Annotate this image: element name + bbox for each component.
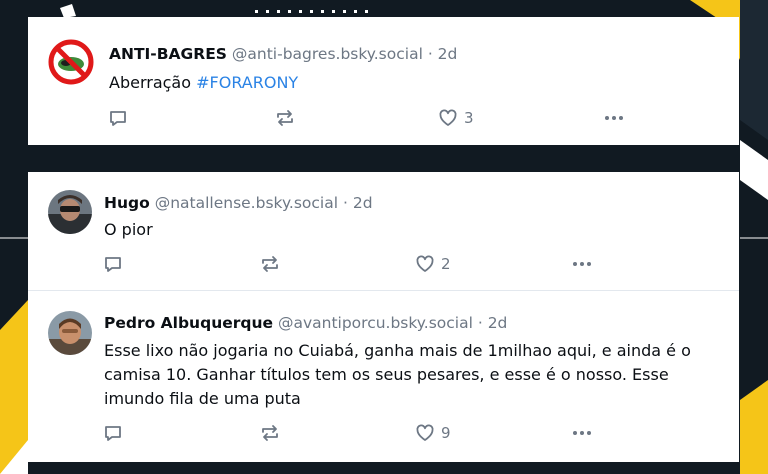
post-actions: 2 xyxy=(103,253,663,275)
heart-icon xyxy=(416,255,434,272)
more-options-button[interactable] xyxy=(571,253,593,275)
like-count: 9 xyxy=(441,424,451,442)
ellipsis-icon xyxy=(573,262,591,266)
ellipsis-icon xyxy=(605,116,623,120)
like-button[interactable]: 2 xyxy=(415,253,451,275)
repost-icon xyxy=(262,256,278,272)
post-time[interactable]: · 2d xyxy=(428,45,458,63)
post-time[interactable]: · 2d xyxy=(343,194,373,212)
ellipsis-icon xyxy=(573,431,591,435)
reply-icon xyxy=(105,426,121,441)
post-text: Aberração #FORARONY xyxy=(109,71,298,95)
like-count: 3 xyxy=(464,109,474,127)
reply-button[interactable] xyxy=(103,422,123,444)
post-time[interactable]: · 2d xyxy=(478,314,508,332)
author-handle[interactable]: @natallense.bsky.social xyxy=(155,194,338,212)
author-handle[interactable]: @anti-bagres.bsky.social xyxy=(232,45,423,63)
author-name[interactable]: Hugo xyxy=(104,194,150,212)
author-name[interactable]: ANTI-BAGRES xyxy=(109,45,227,63)
post-header: Hugo @natallense.bsky.social · 2d xyxy=(104,193,373,213)
avatar[interactable] xyxy=(48,190,92,234)
avatar[interactable] xyxy=(48,39,94,85)
reply-button[interactable] xyxy=(108,107,128,129)
repost-button[interactable] xyxy=(274,107,296,129)
post-card[interactable]: Pedro Albuquerque @avantiporcu.bsky.soci… xyxy=(28,291,739,462)
repost-button[interactable] xyxy=(259,253,281,275)
post-header: Pedro Albuquerque @avantiporcu.bsky.soci… xyxy=(104,313,507,333)
heart-icon xyxy=(439,109,457,126)
reply-icon xyxy=(105,257,121,272)
user-photo xyxy=(48,190,92,234)
more-options-button[interactable] xyxy=(603,107,625,129)
post-text: Esse lixo não jogaria no Cuiabá, ganha m… xyxy=(104,341,691,408)
post-actions: 3 xyxy=(108,107,668,129)
repost-icon xyxy=(262,425,278,441)
user-photo xyxy=(48,311,92,355)
repost-button[interactable] xyxy=(259,422,281,444)
like-count: 2 xyxy=(441,255,451,273)
author-handle[interactable]: @avantiporcu.bsky.social xyxy=(278,314,473,332)
heart-icon xyxy=(416,424,434,441)
reply-icon xyxy=(110,111,126,126)
more-options-button[interactable] xyxy=(571,422,593,444)
post-text: O pior xyxy=(104,220,153,239)
reply-button[interactable] xyxy=(103,253,123,275)
post-header: ANTI-BAGRES @anti-bagres.bsky.social · 2… xyxy=(109,44,457,64)
no-catfish-icon xyxy=(48,39,94,85)
post-text-plain: Aberração xyxy=(109,73,197,92)
repost-icon xyxy=(277,110,293,126)
post-card[interactable]: Hugo @natallense.bsky.social · 2d O pior… xyxy=(28,172,739,290)
like-button[interactable]: 3 xyxy=(438,107,474,129)
hashtag-link[interactable]: #FORARONY xyxy=(196,73,298,92)
post-actions: 9 xyxy=(103,422,663,444)
avatar[interactable] xyxy=(48,311,92,355)
replies-card: Hugo @natallense.bsky.social · 2d O pior… xyxy=(28,172,739,462)
author-name[interactable]: Pedro Albuquerque xyxy=(104,314,273,332)
post-card[interactable]: ANTI-BAGRES @anti-bagres.bsky.social · 2… xyxy=(28,17,739,145)
like-button[interactable]: 9 xyxy=(415,422,451,444)
